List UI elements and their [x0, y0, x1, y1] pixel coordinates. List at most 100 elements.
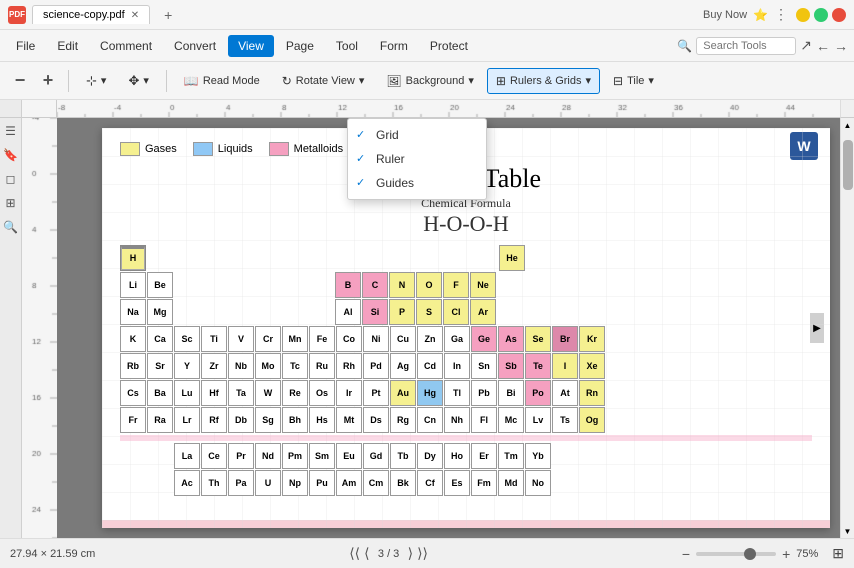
element-Sc: Sc	[174, 326, 200, 352]
menu-page[interactable]: Page	[276, 35, 324, 57]
element-Pa: Pa	[228, 470, 254, 496]
menu-view[interactable]: View	[228, 35, 274, 57]
panel-icon-3[interactable]: ◻	[6, 172, 16, 186]
element-Nh: Nh	[444, 407, 470, 433]
main-row: ☰ 🔖 ◻ ⊞ 🔍	[0, 118, 854, 538]
zoom-out-status-button[interactable]: −	[682, 546, 690, 562]
vertical-scrollbar[interactable]: ▲ ▼	[840, 118, 854, 538]
page-bottom-band	[102, 520, 830, 528]
element-Pm: Pm	[282, 443, 308, 469]
scrollbar-up-button[interactable]: ▲	[841, 118, 854, 132]
menu-tool[interactable]: Tool	[326, 35, 368, 57]
element-Eu: Eu	[336, 443, 362, 469]
panel-icon-2[interactable]: 🔖	[3, 148, 18, 162]
share-icon[interactable]: ↗	[800, 37, 812, 54]
scrollbar-thumb[interactable]	[843, 140, 853, 190]
tile-dropdown-icon: ▾	[648, 74, 654, 87]
buy-now-link[interactable]: Buy Now	[703, 9, 747, 21]
element-Dy: Dy	[417, 443, 443, 469]
pt-gap-2	[174, 272, 334, 298]
element-Li: Li	[120, 272, 146, 298]
element-Ti: Ti	[201, 326, 227, 352]
hand-tool-button[interactable]: ✥ ▾	[119, 68, 157, 94]
select-dropdown-icon: ▾	[101, 74, 107, 87]
document-tab[interactable]: science-copy.pdf ✕	[32, 5, 150, 24]
element-Fr: Fr	[120, 407, 146, 433]
fit-icon[interactable]: ⊞	[832, 545, 844, 562]
document-area[interactable]: Gases Liquids Metalloids	[57, 118, 840, 538]
zoom-out-button[interactable]: −	[8, 69, 32, 93]
dropdown-grid-item[interactable]: ✓ Grid	[348, 123, 486, 147]
menu-edit[interactable]: Edit	[47, 35, 88, 57]
menu-comment[interactable]: Comment	[90, 35, 162, 57]
legend-liquids-label: Liquids	[218, 143, 253, 155]
hand-dropdown-icon: ▾	[143, 74, 149, 87]
select-tool-button[interactable]: ⊹ ▾	[77, 68, 115, 94]
nav-prev-button[interactable]: ⟨	[364, 545, 369, 562]
zoom-slider-thumb[interactable]	[744, 548, 756, 560]
element-Th: Th	[201, 470, 227, 496]
element-Sg: Sg	[255, 407, 281, 433]
new-tab-button[interactable]: +	[156, 4, 180, 26]
menu-form[interactable]: Form	[370, 35, 418, 57]
dimensions-label: 27.94 × 21.59 cm	[10, 548, 95, 560]
element-Am: Am	[336, 470, 362, 496]
background-button[interactable]: 🖼 Background ▾	[377, 68, 482, 94]
rotate-view-button[interactable]: ↻ Rotate View ▾	[273, 68, 374, 94]
app-window: PDF science-copy.pdf ✕ + Buy Now ⭐ ⋮ Fil…	[0, 0, 854, 568]
rulers-dropdown-icon: ▾	[585, 74, 591, 87]
panel-icon-1[interactable]: ☰	[5, 124, 16, 138]
element-I: I	[552, 353, 578, 379]
background-dropdown-icon: ▾	[468, 74, 474, 87]
element-Pt: Pt	[363, 380, 389, 406]
menu-dots[interactable]: ⋮	[774, 6, 788, 23]
zoom-in-button[interactable]: +	[36, 69, 60, 93]
menu-bar: File Edit Comment Convert View Page Tool…	[0, 30, 854, 62]
pt-row-4: K Ca Sc Ti V Cr Mn Fe Co Ni Cu	[120, 326, 812, 352]
pt-gap-3	[174, 299, 334, 325]
element-Os: Os	[309, 380, 335, 406]
element-Pb: Pb	[471, 380, 497, 406]
element-Pr: Pr	[228, 443, 254, 469]
tile-button[interactable]: ⊟ Tile ▾	[604, 68, 663, 94]
dropdown-ruler-item[interactable]: ✓ Ruler	[348, 147, 486, 171]
close-button[interactable]	[832, 8, 846, 22]
title-bar: PDF science-copy.pdf ✕ + Buy Now ⭐ ⋮	[0, 0, 854, 30]
panel-icon-4[interactable]: ⊞	[5, 196, 15, 210]
search-tools-input[interactable]	[696, 37, 796, 55]
element-Fl: Fl	[471, 407, 497, 433]
dropdown-guides-item[interactable]: ✓ Guides	[348, 171, 486, 195]
nav-forward-icon[interactable]: →	[834, 38, 848, 54]
element-N: N	[389, 272, 415, 298]
zoom-controls: − + 75% ⊞	[682, 545, 844, 562]
tab-close-button[interactable]: ✕	[131, 10, 139, 21]
minimize-button[interactable]	[796, 8, 810, 22]
element-Rb: Rb	[120, 353, 146, 379]
star-icon: ⭐	[753, 8, 768, 22]
cursor-icon: ⊹	[86, 73, 97, 89]
rulers-grids-button[interactable]: ⊞ Rulers & Grids ▾	[487, 68, 600, 94]
nav-last-button[interactable]: ⟩⟩	[417, 545, 428, 562]
element-Es: Es	[444, 470, 470, 496]
menu-file[interactable]: File	[6, 35, 45, 57]
element-Sm: Sm	[309, 443, 335, 469]
element-Ga: Ga	[444, 326, 470, 352]
pt-gap-1	[147, 245, 498, 271]
periodic-table: H He Li Be B	[120, 245, 812, 496]
nav-first-button[interactable]: ⟨⟨	[349, 545, 360, 562]
nav-next-button[interactable]: ⟩	[408, 545, 413, 562]
read-mode-button[interactable]: 📖 Read Mode	[175, 68, 269, 94]
panel-icon-5[interactable]: 🔍	[3, 220, 18, 234]
nav-back-icon[interactable]: ←	[816, 38, 830, 54]
maximize-button[interactable]	[814, 8, 828, 22]
scrollbar-down-button[interactable]: ▼	[841, 524, 854, 538]
zoom-in-status-button[interactable]: +	[782, 546, 790, 562]
element-S: S	[416, 299, 442, 325]
menu-convert[interactable]: Convert	[164, 35, 226, 57]
element-Cs: Cs	[120, 380, 146, 406]
menu-protect[interactable]: Protect	[420, 35, 478, 57]
zoom-slider[interactable]	[696, 552, 776, 556]
element-Hg: Hg	[417, 380, 443, 406]
horizontal-ruler	[57, 100, 840, 118]
scrollbar-track[interactable]	[841, 132, 854, 524]
